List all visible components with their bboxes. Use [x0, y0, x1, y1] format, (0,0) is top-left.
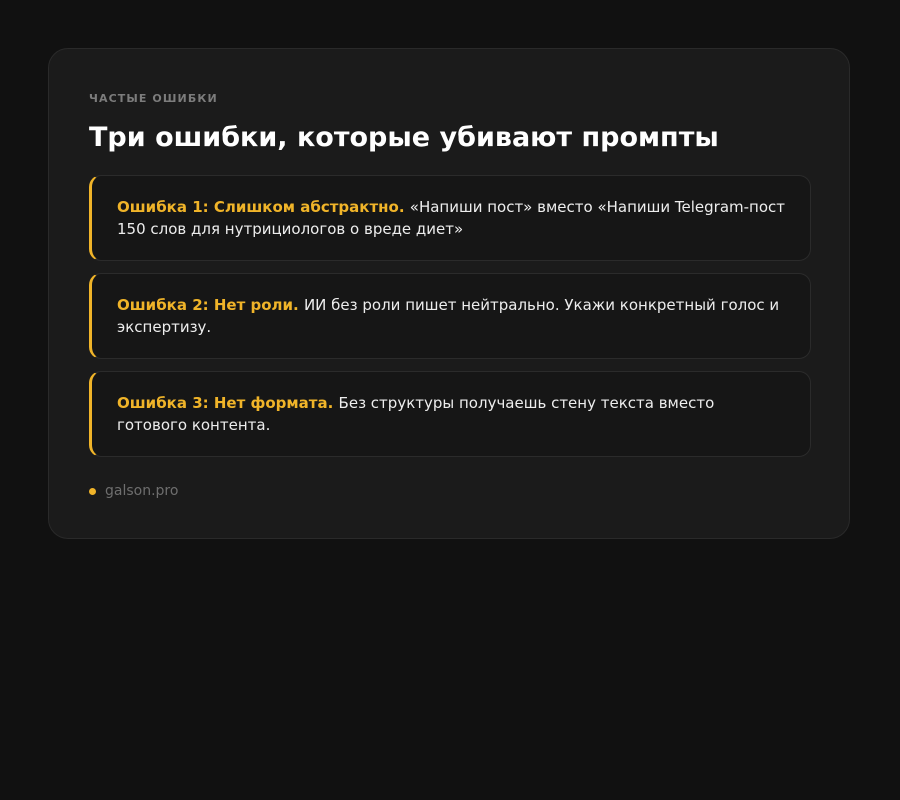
mistake-item-3: Ошибка 3: Нет формата. Без структуры пол…	[89, 371, 811, 457]
mistake-label: Ошибка 3: Нет формата.	[117, 394, 339, 412]
accent-dot-icon	[89, 487, 96, 495]
mistakes-list: Ошибка 1: Слишком абстрактно. «Напиши по…	[89, 175, 811, 469]
mistake-label: Ошибка 2: Нет роли.	[117, 296, 304, 314]
section-kicker: ЧАСТЫЕ ОШИБКИ	[89, 92, 218, 105]
site-link[interactable]: galson.pro	[105, 483, 178, 499]
mistake-item-1: Ошибка 1: Слишком абстрактно. «Напиши по…	[89, 175, 811, 261]
page-title: Три ошибки, которые убивают промпты	[89, 122, 719, 153]
mistakes-card: ЧАСТЫЕ ОШИБКИ Три ошибки, которые убиваю…	[48, 48, 850, 539]
mistake-label: Ошибка 1: Слишком абстрактно.	[117, 198, 410, 216]
mistake-item-2: Ошибка 2: Нет роли. ИИ без роли пишет не…	[89, 273, 811, 359]
footer: galson.pro	[89, 483, 178, 499]
